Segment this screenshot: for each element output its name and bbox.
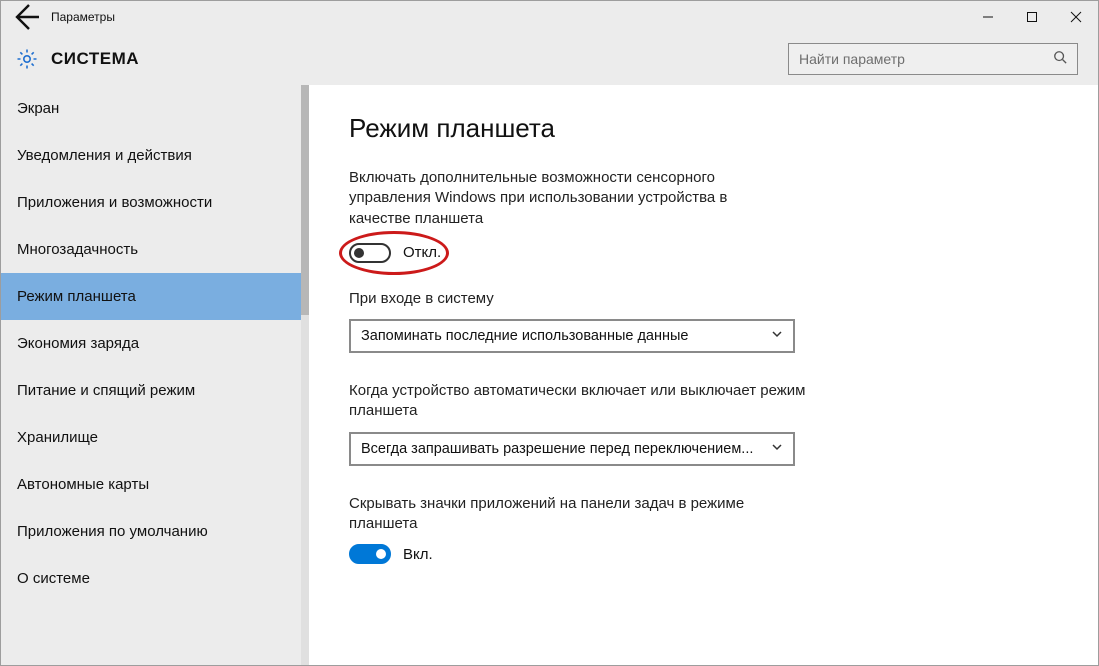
gear-icon [13,45,41,73]
chevron-down-icon [771,328,783,344]
tablet-mode-description: Включать дополнительные возможности сенс… [349,168,779,229]
sidebar-item-9[interactable]: Приложения по умолчанию [1,508,309,555]
body: ЭкранУведомления и действияПриложения и … [1,85,1098,665]
window-controls [966,1,1098,33]
sidebar-scrollbar-thumb[interactable] [301,85,309,315]
sidebar-item-0[interactable]: Экран [1,85,309,132]
tablet-mode-toggle-row: Откл. [349,243,1058,263]
tablet-mode-toggle-label: Откл. [403,244,441,261]
sidebar-item-1[interactable]: Уведомления и действия [1,132,309,179]
sidebar-item-4[interactable]: Режим планшета [1,273,309,320]
search-wrap [788,43,1078,75]
header: СИСТЕМА [1,33,1098,85]
sidebar-scrollbar-track[interactable] [301,85,309,665]
signin-select-value: Запоминать последние использованные данн… [361,328,689,344]
search-icon [1053,50,1067,69]
content-pane: Режим планшета Включать дополнительные в… [309,85,1098,665]
hide-icons-toggle[interactable] [349,544,391,564]
sidebar-item-2[interactable]: Приложения и возможности [1,179,309,226]
hide-icons-toggle-label: Вкл. [403,546,433,563]
sidebar-item-8[interactable]: Автономные карты [1,461,309,508]
search-input[interactable] [799,51,1053,67]
sidebar-item-3[interactable]: Многозадачность [1,226,309,273]
tablet-mode-toggle[interactable] [349,243,391,263]
auto-switch-select[interactable]: Всегда запрашивать разрешение перед пере… [349,432,795,466]
back-button[interactable] [9,1,41,33]
maximize-button[interactable] [1010,1,1054,33]
window-title: Параметры [51,10,115,24]
auto-switch-select-value: Всегда запрашивать разрешение перед пере… [361,441,753,457]
chevron-down-icon [771,441,783,457]
header-title: СИСТЕМА [51,49,139,69]
page-title: Режим планшета [349,113,1058,144]
minimize-button[interactable] [966,1,1010,33]
toggle-knob [354,248,364,258]
sidebar-item-6[interactable]: Питание и спящий режим [1,367,309,414]
sidebar-item-7[interactable]: Хранилище [1,414,309,461]
signin-label: При входе в систему [349,289,809,309]
signin-select[interactable]: Запоминать последние использованные данн… [349,319,795,353]
settings-window: Параметры СИСТЕМА [0,0,1099,666]
sidebar-item-5[interactable]: Экономия заряда [1,320,309,367]
search-box[interactable] [788,43,1078,75]
sidebar: ЭкранУведомления и действияПриложения и … [1,85,309,665]
auto-switch-label: Когда устройство автоматически включает … [349,381,809,422]
hide-icons-toggle-row: Вкл. [349,544,1058,564]
titlebar: Параметры [1,1,1098,33]
close-button[interactable] [1054,1,1098,33]
sidebar-item-10[interactable]: О системе [1,555,309,602]
hide-icons-label: Скрывать значки приложений на панели зад… [349,494,809,535]
toggle-knob [376,549,386,559]
